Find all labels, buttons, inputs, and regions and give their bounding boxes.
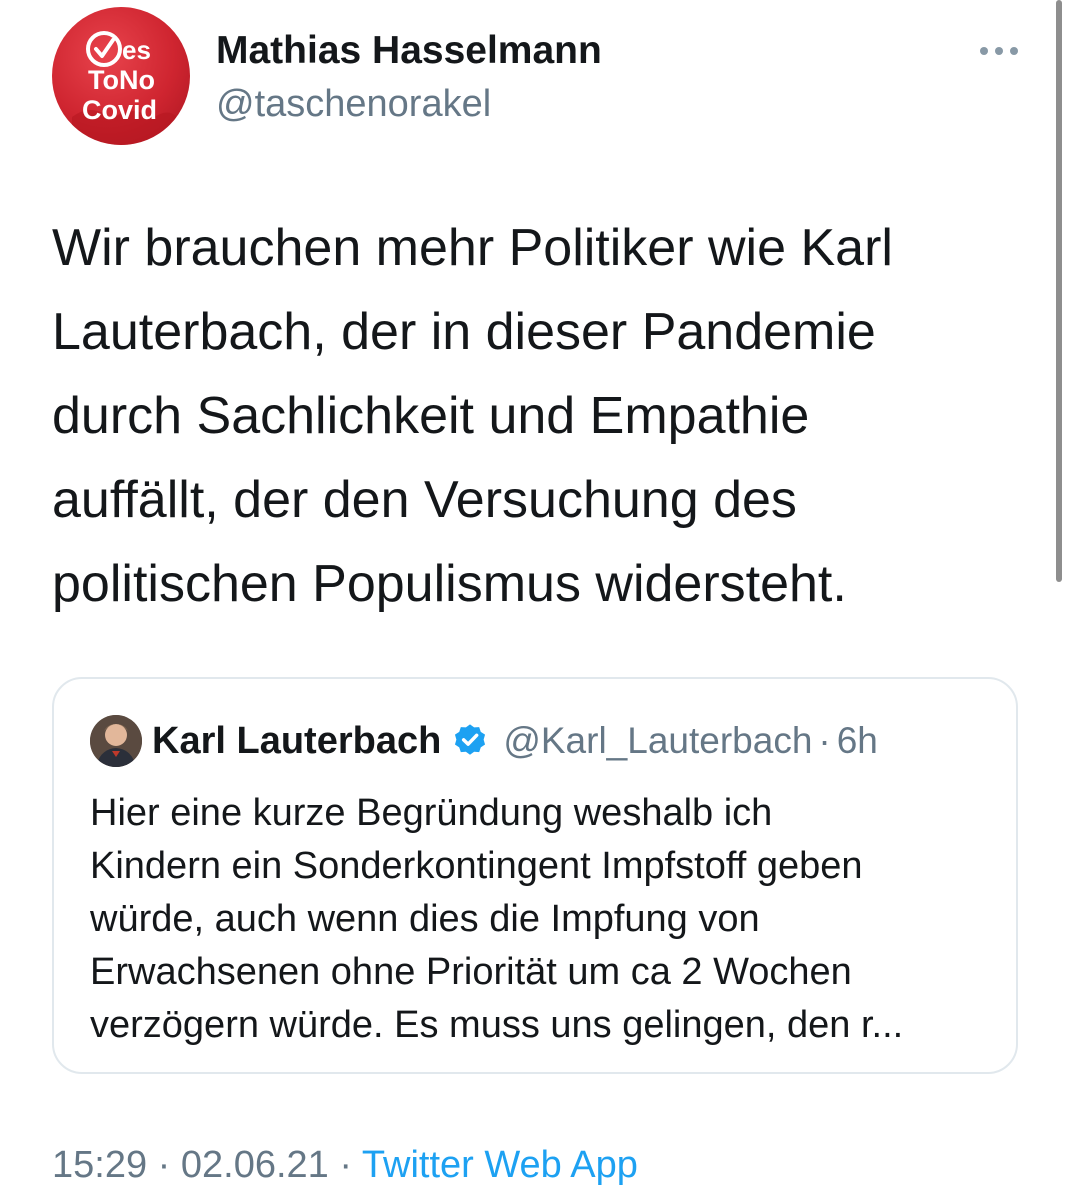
tweet-line: politischen Populismus widersteht. xyxy=(52,555,847,613)
tweet-line: Lauterbach, der in dieser Pandemie xyxy=(52,303,876,361)
quoted-line: Kindern ein Sonderkontingent Impfstoff g… xyxy=(90,845,863,887)
quoted-tweet-text: Hier eine kurze Begründung weshalb ich K… xyxy=(90,787,903,1052)
quoted-tweet-header: Karl Lauterbach @Karl_Lauterbach · 6h xyxy=(152,715,878,767)
quoted-author-avatar[interactable] xyxy=(90,715,142,767)
person-avatar-icon xyxy=(90,715,142,767)
tweet-meta: 15:29 · 02.06.21 · Twitter Web App xyxy=(52,1140,638,1190)
meta-separator: · xyxy=(147,1144,181,1186)
meta-separator: · xyxy=(328,1144,362,1186)
ellipsis-icon xyxy=(980,47,1018,55)
avatar-text-2: ToNo xyxy=(88,65,155,95)
avatar-logo-icon: es ToNo Covid xyxy=(72,31,177,145)
quoted-line: würde, auch wenn dies die Impfung von xyxy=(90,898,760,940)
tweet-line: Wir brauchen mehr Politiker wie Karl xyxy=(52,219,893,277)
quoted-tweet-time[interactable]: 6h xyxy=(837,720,878,762)
quoted-line: verzögern würde. Es muss uns gelingen, d… xyxy=(90,1004,904,1046)
tweet-line: auffällt, der den Versuchung des xyxy=(52,471,797,529)
tweet-date[interactable]: 02.06.21 xyxy=(181,1144,329,1186)
tweet-time[interactable]: 15:29 xyxy=(52,1144,147,1186)
tweet-source-link[interactable]: Twitter Web App xyxy=(362,1144,638,1186)
quoted-tweet-card[interactable]: Karl Lauterbach @Karl_Lauterbach · 6h Hi… xyxy=(52,677,1018,1074)
scrollbar[interactable] xyxy=(1056,0,1062,582)
more-options-button[interactable] xyxy=(972,34,1026,68)
quoted-author-handle[interactable]: @Karl_Lauterbach xyxy=(503,720,812,762)
author-name[interactable]: Mathias Hasselmann xyxy=(216,28,602,74)
avatar-text-3: Covid xyxy=(82,95,157,125)
tweet-line: durch Sachlichkeit und Empathie xyxy=(52,387,810,445)
author-handle[interactable]: @taschenorakel xyxy=(216,81,491,127)
verified-badge-icon xyxy=(455,724,486,755)
avatar-text-1: es xyxy=(122,35,151,65)
author-avatar[interactable]: es ToNo Covid xyxy=(52,7,190,145)
tweet-text: Wir brauchen mehr Politiker wie Karl Lau… xyxy=(52,206,1052,626)
quoted-line: Hier eine kurze Begründung weshalb ich xyxy=(90,792,773,834)
quoted-author-name[interactable]: Karl Lauterbach xyxy=(152,720,441,763)
quoted-line: Erwachsenen ohne Priorität um ca 2 Woche… xyxy=(90,951,852,993)
separator-dot: · xyxy=(818,720,831,761)
